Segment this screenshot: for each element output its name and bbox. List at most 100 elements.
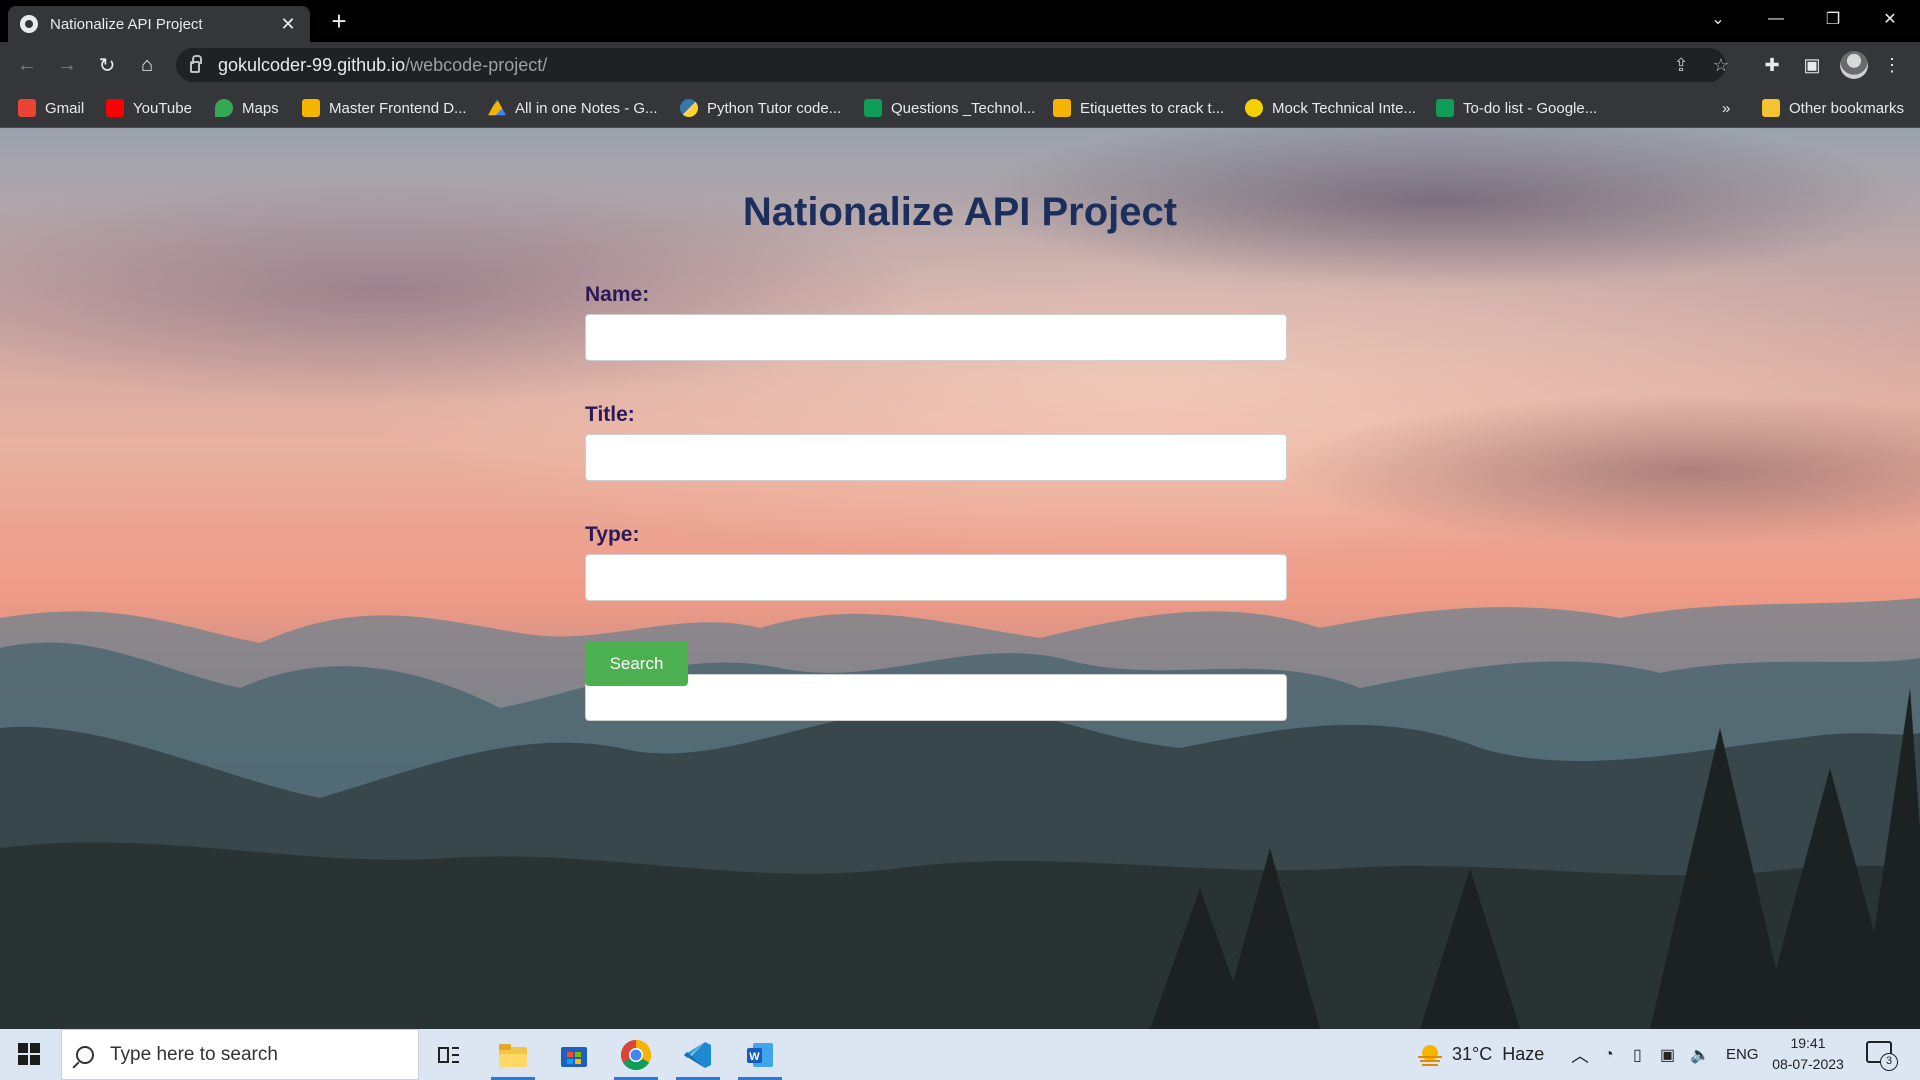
code-circle-icon bbox=[1245, 99, 1263, 117]
tab-search-icon[interactable]: ⌄ bbox=[1690, 0, 1746, 38]
bookmark-questions[interactable]: Questions _Technol... bbox=[864, 96, 1035, 120]
gmail-icon bbox=[18, 99, 36, 117]
lock-icon[interactable] bbox=[190, 55, 202, 73]
svg-text:W: W bbox=[749, 1051, 760, 1063]
side-panel-icon[interactable]: ▣ bbox=[1798, 51, 1826, 79]
notification-count-badge: 3 bbox=[1880, 1053, 1898, 1071]
clock-date: 08-07-2023 bbox=[1772, 1056, 1844, 1072]
bookmark-label: Maps bbox=[242, 99, 279, 117]
maps-pin-icon bbox=[215, 99, 233, 117]
bookmark-label: To-do list - Google... bbox=[1463, 99, 1598, 117]
bookmark-python-tutor[interactable]: Python Tutor code... bbox=[680, 96, 841, 120]
back-icon[interactable]: ← bbox=[11, 49, 43, 81]
page-viewport: Nationalize API Project Name: Title: Typ… bbox=[0, 128, 1920, 1029]
forward-icon[interactable]: → bbox=[51, 49, 83, 81]
youtube-icon bbox=[106, 99, 124, 117]
browser-title-bar: Nationalize API Project ✕ + ⌄ — ❐ ✕ bbox=[0, 0, 1920, 42]
notes-icon bbox=[302, 99, 320, 117]
volume-icon[interactable]: 🔈 bbox=[1690, 1029, 1710, 1080]
bookmark-label: Questions _Technol... bbox=[891, 99, 1036, 117]
drive-icon bbox=[488, 99, 506, 116]
bookmark-label: Master Frontend D... bbox=[329, 99, 467, 117]
search-icon bbox=[76, 1045, 94, 1064]
bookmark-all-in-one-notes[interactable]: All in one Notes - G... bbox=[488, 96, 658, 120]
weather-widget[interactable]: 31°C Haze bbox=[1416, 1029, 1544, 1080]
task-view-icon[interactable] bbox=[421, 1033, 477, 1076]
bookmark-label: YouTube bbox=[133, 99, 192, 117]
python-icon bbox=[680, 99, 698, 117]
url-host: gokulcoder-99.github.io bbox=[218, 54, 406, 75]
close-window-button[interactable]: ✕ bbox=[1862, 0, 1918, 38]
microsoft-store-icon[interactable] bbox=[546, 1033, 602, 1076]
page-content: Nationalize API Project Name: Title: Typ… bbox=[0, 128, 1920, 1029]
browser-tab[interactable]: Nationalize API Project ✕ bbox=[8, 6, 310, 42]
weather-desc: Haze bbox=[1502, 1044, 1545, 1064]
search-button[interactable]: Search bbox=[585, 641, 688, 686]
type-input[interactable] bbox=[585, 554, 1287, 601]
title-label: Title: bbox=[585, 403, 635, 426]
bookmark-label: Etiquettes to crack t... bbox=[1080, 99, 1225, 117]
windows-taskbar: Type here to search W 31°C Haze ︿ ◔ ▯ ▣ … bbox=[0, 1029, 1920, 1080]
page-title: Nationalize API Project bbox=[742, 190, 1178, 234]
bookmark-gmail[interactable]: Gmail bbox=[18, 96, 84, 120]
bookmark-star-icon[interactable]: ☆ bbox=[1708, 52, 1734, 78]
bookmark-youtube[interactable]: YouTube bbox=[106, 96, 192, 120]
year-label: Year: bbox=[585, 643, 1287, 667]
bookmarks-overflow-button[interactable]: » bbox=[1722, 96, 1730, 120]
bookmark-label: Mock Technical Inte... bbox=[1272, 99, 1416, 117]
restore-button[interactable]: ❐ bbox=[1805, 0, 1861, 38]
search-form: Name: Title: Type: Year: bbox=[585, 283, 1287, 721]
meet-now-icon[interactable]: ▣ bbox=[1660, 1029, 1675, 1080]
weather-temp: 31°C bbox=[1452, 1044, 1493, 1064]
home-icon[interactable]: ⌂ bbox=[131, 49, 163, 81]
battery-icon[interactable]: ▯ bbox=[1633, 1029, 1642, 1080]
type-label: Type: bbox=[585, 523, 640, 546]
taskbar-search-box[interactable]: Type here to search bbox=[61, 1029, 419, 1080]
bookmark-label: Python Tutor code... bbox=[707, 99, 842, 117]
new-tab-button[interactable]: + bbox=[324, 6, 354, 36]
bookmark-todo-list[interactable]: To-do list - Google... bbox=[1436, 96, 1597, 120]
share-icon[interactable]: ⇪ bbox=[1668, 52, 1694, 78]
bookmark-master-frontend[interactable]: Master Frontend D... bbox=[302, 96, 467, 120]
overflow-label: » bbox=[1722, 99, 1731, 117]
language-indicator[interactable]: ENG bbox=[1726, 1029, 1759, 1080]
chrome-icon[interactable] bbox=[608, 1033, 664, 1080]
minimize-button[interactable]: — bbox=[1748, 0, 1804, 38]
bookmark-label: Gmail bbox=[45, 99, 85, 117]
browser-toolbar: ← → ↻ ⌂ gokulcoder-99.github.io/webcode-… bbox=[0, 42, 1920, 88]
show-hidden-icons-chevron-icon[interactable]: ︿ bbox=[1571, 1029, 1589, 1080]
haze-sun-icon bbox=[1418, 1044, 1442, 1066]
url-path: /webcode-project/ bbox=[405, 54, 548, 75]
year-input[interactable] bbox=[585, 674, 1287, 721]
other-bookmarks-label: Other bookmarks bbox=[1789, 99, 1905, 117]
close-tab-icon[interactable]: ✕ bbox=[278, 14, 298, 35]
word-icon[interactable]: W bbox=[732, 1033, 788, 1080]
taskbar-search-placeholder: Type here to search bbox=[110, 1043, 278, 1065]
sheets-icon bbox=[1436, 99, 1454, 117]
reload-icon[interactable]: ↻ bbox=[91, 49, 123, 81]
taskbar-clock[interactable]: 19:41 08-07-2023 bbox=[1768, 1033, 1848, 1075]
name-label: Name: bbox=[585, 283, 650, 306]
slides-icon bbox=[1053, 99, 1071, 117]
wifi-icon[interactable]: ◔ bbox=[1604, 1029, 1614, 1080]
bookmark-label: All in one Notes - G... bbox=[515, 99, 658, 117]
menu-kebab-icon[interactable]: ⋮ bbox=[1878, 51, 1906, 79]
bookmarks-bar: Gmail YouTube Maps Master Frontend D... … bbox=[0, 88, 1920, 128]
title-input[interactable] bbox=[585, 434, 1287, 481]
tab-title: Nationalize API Project bbox=[50, 15, 203, 33]
profile-avatar[interactable] bbox=[1840, 51, 1868, 79]
vscode-icon[interactable] bbox=[670, 1033, 726, 1080]
extensions-icon[interactable]: ✚ bbox=[1758, 51, 1786, 79]
globe-icon bbox=[20, 15, 38, 33]
clock-time: 19:41 bbox=[1790, 1035, 1826, 1051]
windows-start-icon[interactable] bbox=[18, 1043, 40, 1065]
name-input[interactable] bbox=[585, 314, 1287, 361]
bookmark-mock-technical[interactable]: Mock Technical Inte... bbox=[1245, 96, 1416, 120]
address-bar[interactable]: gokulcoder-99.github.io/webcode-project/… bbox=[176, 48, 1729, 82]
folder-icon bbox=[1762, 99, 1780, 117]
other-bookmarks-folder[interactable]: Other bookmarks bbox=[1762, 96, 1904, 120]
sheets-icon bbox=[864, 99, 882, 117]
bookmark-maps[interactable]: Maps bbox=[215, 96, 279, 120]
bookmark-etiquettes[interactable]: Etiquettes to crack t... bbox=[1053, 96, 1224, 120]
file-explorer-icon[interactable] bbox=[485, 1033, 541, 1080]
